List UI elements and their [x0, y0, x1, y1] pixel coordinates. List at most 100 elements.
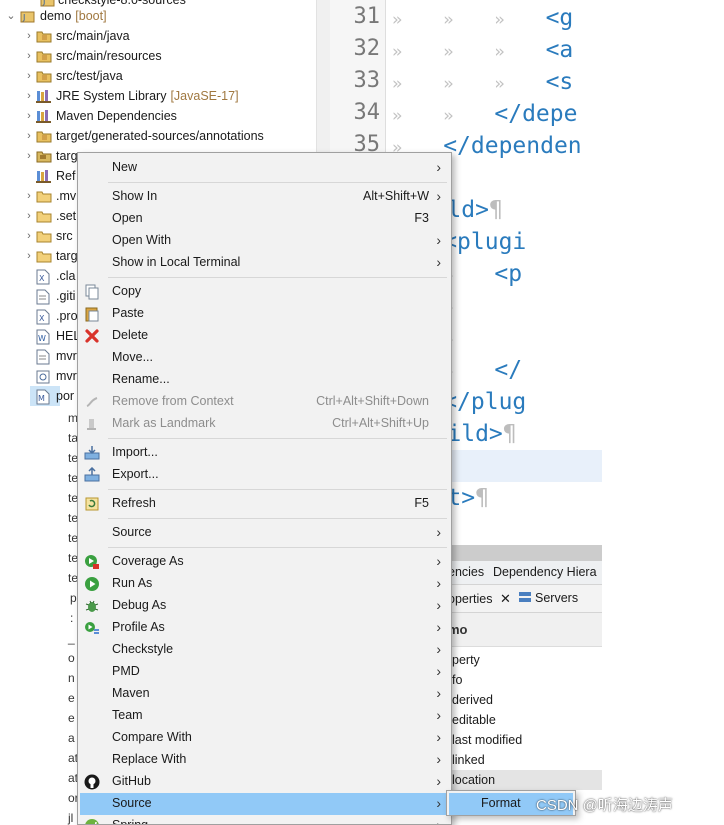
tree-item[interactable]: Mpor: [30, 386, 74, 406]
tree-item-fragment[interactable]: e: [68, 691, 75, 705]
tab-servers[interactable]: Servers: [518, 591, 578, 605]
chevron-right-icon[interactable]: ›: [24, 110, 34, 122]
tree-item-fragment[interactable]: :: [70, 611, 73, 625]
menu-item-team[interactable]: Team ›: [80, 705, 449, 727]
tab-properties[interactable]: operties ✕: [448, 591, 511, 607]
chevron-right-icon[interactable]: ›: [24, 50, 34, 62]
menu-item-checkstyle[interactable]: Checkstyle ›: [80, 639, 449, 661]
property-row[interactable]: fo: [448, 670, 602, 690]
code-line[interactable]: » » </depe: [392, 98, 577, 132]
menu-item-compare-with[interactable]: Compare With ›: [80, 727, 449, 749]
menu-item-run-as[interactable]: Run As ›: [80, 573, 449, 595]
svg-text:X: X: [39, 314, 45, 323]
code-line[interactable]: » » » <s: [392, 66, 573, 100]
tree-item-label: targ: [56, 249, 78, 263]
tree-item[interactable]: › src/main/java: [0, 26, 316, 46]
tree-item-fragment[interactable]: a: [68, 731, 75, 745]
menu-item-label: Run As: [112, 576, 153, 590]
menu-item-spring[interactable]: Spring ›: [80, 815, 449, 824]
menu-item-label: Paste: [112, 306, 144, 320]
menu-item-delete[interactable]: Delete: [80, 325, 449, 347]
menu-item-import[interactable]: Import...: [80, 442, 449, 464]
property-row[interactable]: location: [448, 770, 602, 790]
property-row[interactable]: editable: [448, 710, 602, 730]
menu-item-debug-as[interactable]: Debug As ›: [80, 595, 449, 617]
tree-item-name: .set: [56, 209, 77, 223]
tree-item-label: .pro: [56, 309, 78, 323]
chevron-right-icon[interactable]: ›: [24, 250, 34, 262]
menu-item-replace-with[interactable]: Replace With ›: [80, 749, 449, 771]
code-line[interactable]: » » » <g: [392, 2, 573, 36]
chevron-right-icon[interactable]: ›: [24, 190, 34, 202]
submenu-arrow-icon: ›: [436, 159, 441, 175]
chevron-right-icon[interactable]: ›: [24, 210, 34, 222]
submenu-arrow-icon: ›: [436, 641, 441, 657]
menu-item-rename[interactable]: Rename...: [80, 369, 449, 391]
tree-item-fragment[interactable]: o: [68, 651, 75, 665]
menu-item-label: Source: [112, 796, 152, 810]
tree-item[interactable]: › src/main/resources: [0, 46, 316, 66]
tree-item-fragment[interactable]: p: [70, 591, 77, 605]
tree-item-label: .giti: [56, 289, 75, 303]
menu-item-label: Maven: [112, 686, 150, 700]
menu-item-show-in[interactable]: Show In Alt+Shift+W ›: [80, 186, 449, 208]
menu-item-open-with[interactable]: Open With ›: [80, 230, 449, 252]
tab-marker: »: [392, 10, 444, 30]
menu-item-open[interactable]: Open F3: [80, 208, 449, 230]
property-row[interactable]: linked: [448, 750, 602, 770]
chevron-right-icon[interactable]: ›: [24, 90, 34, 102]
close-icon[interactable]: ✕: [500, 591, 511, 606]
code-line[interactable]: » » » <a: [392, 34, 573, 68]
tree-item-fragment[interactable]: _: [68, 631, 75, 645]
refresh-icon: [84, 496, 100, 512]
chevron-right-icon[interactable]: ›: [24, 130, 34, 142]
import-icon: [84, 445, 100, 461]
menu-item-pmd[interactable]: PMD ›: [80, 661, 449, 683]
remove-context-icon: [84, 394, 100, 410]
tree-item-fragment[interactable]: n: [68, 671, 75, 685]
property-row[interactable]: perty: [448, 650, 602, 670]
menu-item-export[interactable]: Export...: [80, 464, 449, 486]
menu-item-copy[interactable]: Copy: [80, 281, 449, 303]
chevron-right-icon[interactable]: ›: [24, 70, 34, 82]
tree-item-name: mvr: [56, 349, 77, 363]
menu-item-refresh[interactable]: Refresh F5: [80, 493, 449, 515]
tree-item[interactable]: › Maven Dependencies: [0, 106, 316, 126]
menu-item-maven[interactable]: Maven ›: [80, 683, 449, 705]
menu-item-source[interactable]: Source ›: [80, 793, 449, 815]
tab-marker: »: [494, 74, 546, 94]
tab-dependency-hierarchy[interactable]: Dependency Hiera: [493, 565, 597, 579]
menu-item-move[interactable]: Move...: [80, 347, 449, 369]
svg-text:X: X: [39, 274, 45, 283]
xml-tag: </: [494, 357, 523, 383]
menu-item-label: Checkstyle: [112, 642, 174, 656]
xml-tag: <g: [545, 5, 574, 31]
property-row[interactable]: last modified: [448, 730, 602, 750]
chevron-right-icon[interactable]: ›: [24, 150, 34, 162]
tree-item-label: Maven Dependencies: [56, 109, 177, 123]
menu-item-show-in-local-terminal[interactable]: Show in Local Terminal ›: [80, 252, 449, 274]
tab-dependencies[interactable]: encies: [448, 565, 484, 579]
menu-item-coverage-as[interactable]: Coverage As ›: [80, 551, 449, 573]
tree-item-fragment[interactable]: e: [68, 711, 75, 725]
tree-item[interactable]: › src/test/java: [0, 66, 316, 86]
chevron-right-icon[interactable]: ›: [24, 230, 34, 242]
menu-item-new[interactable]: New ›: [80, 157, 449, 179]
property-row[interactable]: derived: [448, 690, 602, 710]
tree-item-fragment[interactable]: jl: [68, 811, 73, 825]
svg-text:W: W: [38, 334, 46, 343]
tree-item[interactable]: › target/generated-sources/annotations: [0, 126, 316, 146]
menu-item-profile-as[interactable]: Profile As ›: [80, 617, 449, 639]
tree-item[interactable]: ⌄ Jdemo [boot]: [0, 6, 316, 26]
chevron-down-icon[interactable]: ⌄: [6, 10, 16, 22]
menu-item-paste[interactable]: Paste: [80, 303, 449, 325]
menu-item-source[interactable]: Source ›: [80, 522, 449, 544]
xml-tag: <s: [545, 69, 574, 95]
run-icon: [84, 576, 100, 592]
tree-item-name: src: [56, 229, 73, 243]
chevron-right-icon[interactable]: ›: [24, 30, 34, 42]
tree-item[interactable]: › JRE System Library [JavaSE-17]: [0, 86, 316, 106]
svg-text:J: J: [22, 13, 25, 22]
menu-item-github[interactable]: GitHub ›: [80, 771, 449, 793]
xml-tag: </dependen: [443, 133, 582, 159]
